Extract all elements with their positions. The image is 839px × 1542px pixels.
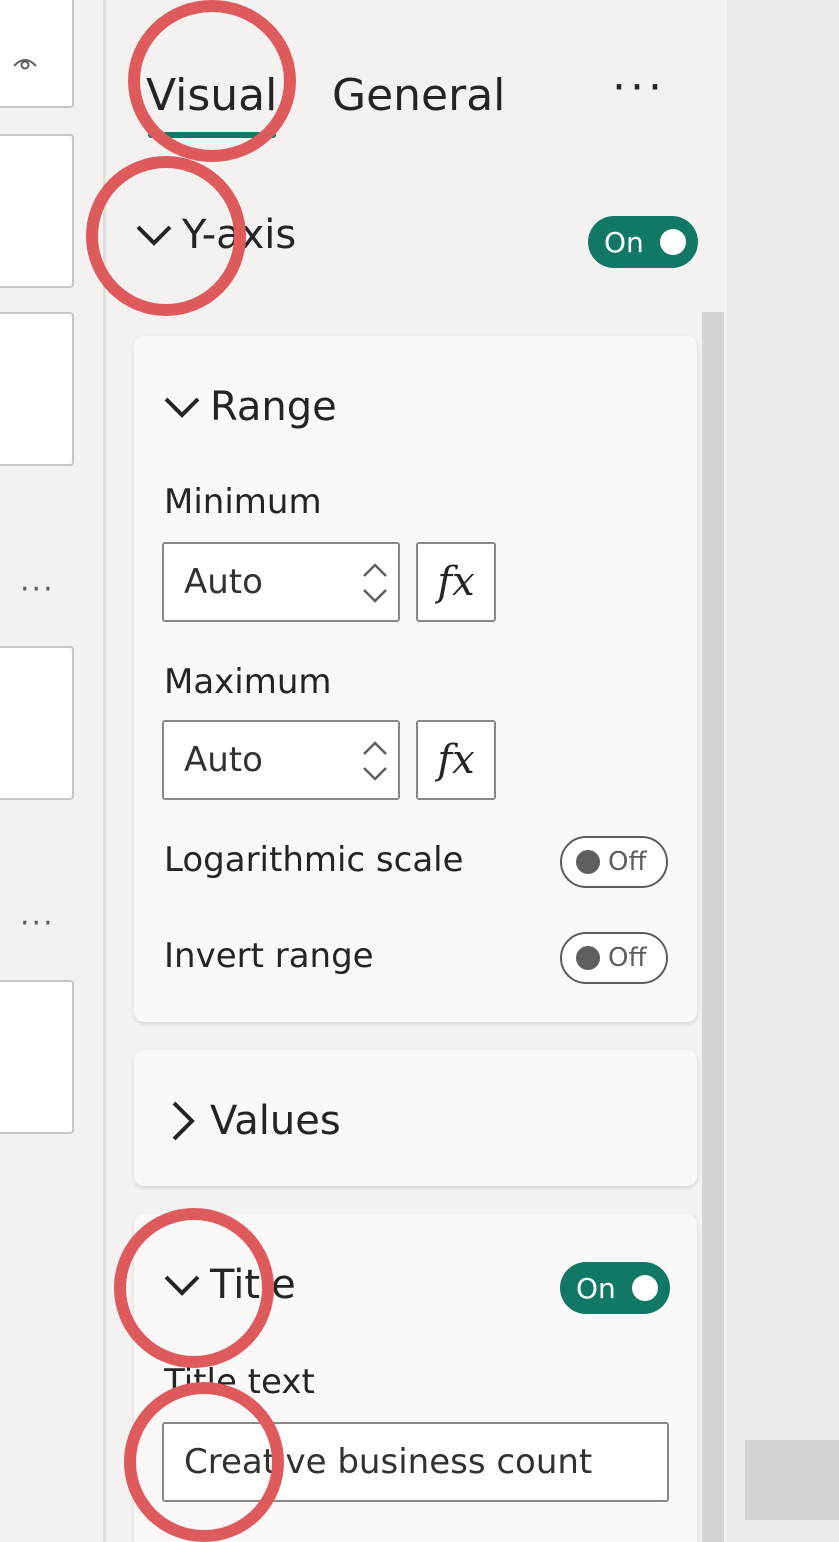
chevron-down-icon: [136, 225, 172, 246]
minimum-value: Auto: [184, 562, 263, 602]
maximum-input[interactable]: Auto: [162, 720, 400, 800]
yaxis-toggle[interactable]: On: [588, 216, 698, 268]
spin-arrows-icon[interactable]: [360, 554, 390, 612]
values-section-header[interactable]: Values: [160, 1098, 341, 1144]
field-well-5[interactable]: [0, 980, 74, 1134]
range-label: Range: [210, 384, 337, 430]
field-well-4[interactable]: [0, 646, 74, 800]
toggle-knob: [576, 850, 600, 874]
values-label: Values: [210, 1098, 341, 1144]
chevron-down-icon: [164, 1275, 200, 1296]
invert-range-toggle[interactable]: Off: [560, 932, 668, 984]
chevron-down-icon: [164, 397, 200, 418]
title-text-input[interactable]: Creative business count: [162, 1422, 669, 1502]
field-well-3[interactable]: [0, 312, 74, 466]
range-section-header[interactable]: Range: [160, 384, 337, 430]
toggle-knob: [576, 946, 600, 970]
tab-general[interactable]: General: [332, 70, 505, 121]
maximum-fx-button[interactable]: fx: [416, 720, 496, 800]
more-options-icon[interactable]: ···: [20, 572, 55, 607]
toggle-state-label: On: [604, 225, 644, 259]
field-well-2[interactable]: [0, 134, 74, 288]
title-label: Title: [210, 1262, 296, 1308]
minimum-label: Minimum: [164, 482, 322, 522]
more-options-icon[interactable]: ···: [612, 62, 666, 113]
canvas-visual-edge: [745, 1440, 839, 1520]
tab-visual[interactable]: Visual: [146, 70, 277, 121]
format-pane-screenshot: ··· ··· Visual General ··· Y-axis On Ran…: [0, 0, 839, 1542]
chevron-right-icon: [172, 1101, 195, 1141]
title-text-label: Title text: [164, 1362, 315, 1402]
toggle-knob: [632, 1275, 658, 1301]
minimum-input[interactable]: Auto: [162, 542, 400, 622]
yaxis-label: Y-axis: [182, 212, 297, 258]
title-text-value: Creative business count: [184, 1442, 593, 1482]
logarithmic-scale-toggle[interactable]: Off: [560, 836, 668, 888]
maximum-label: Maximum: [164, 662, 332, 702]
field-well-1[interactable]: [0, 0, 74, 108]
maximum-value: Auto: [184, 740, 263, 780]
spin-arrows-icon[interactable]: [360, 732, 390, 790]
left-fields-panel: ··· ···: [0, 0, 104, 1542]
eye-icon[interactable]: [12, 52, 38, 72]
minimum-fx-button[interactable]: fx: [416, 542, 496, 622]
toggle-state-label: Off: [608, 847, 647, 877]
yaxis-section-header[interactable]: Y-axis: [132, 212, 296, 258]
pane-scrollbar[interactable]: [702, 312, 724, 1542]
report-canvas: [727, 0, 839, 1542]
toggle-state-label: On: [576, 1271, 616, 1305]
toggle-knob: [660, 229, 686, 255]
more-options-icon[interactable]: ···: [20, 906, 55, 941]
title-toggle[interactable]: On: [560, 1262, 670, 1314]
title-section-header[interactable]: Title: [160, 1262, 296, 1308]
logarithmic-scale-label: Logarithmic scale: [164, 840, 464, 880]
active-tab-indicator: [148, 132, 276, 138]
toggle-state-label: Off: [608, 943, 647, 973]
invert-range-label: Invert range: [164, 936, 374, 976]
